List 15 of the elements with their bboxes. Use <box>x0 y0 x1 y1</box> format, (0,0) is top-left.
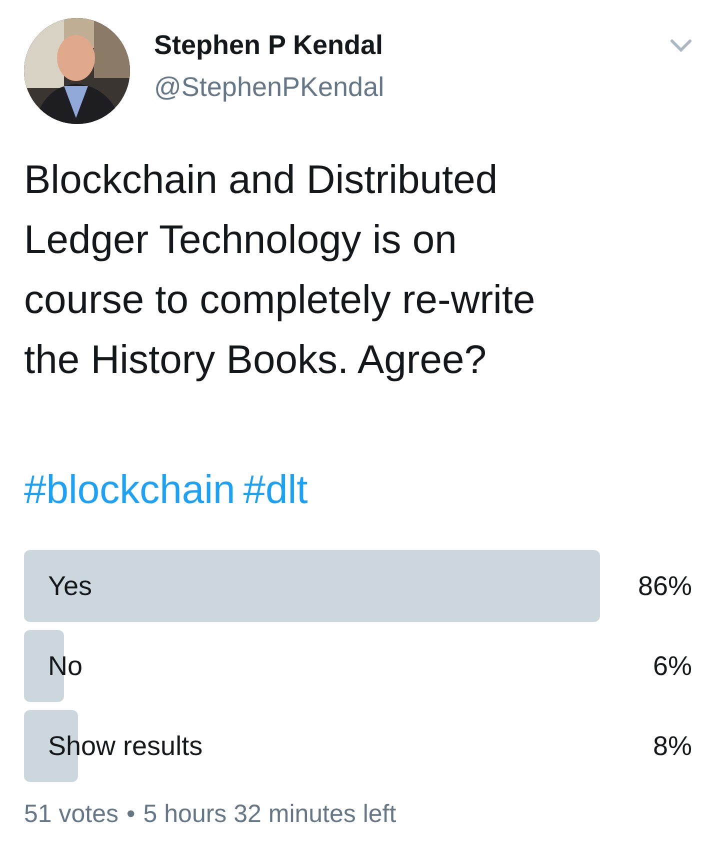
poll-option-label: No <box>48 650 83 683</box>
author-name[interactable]: Stephen P Kendal <box>154 28 670 62</box>
author-handle[interactable]: @StephenPKendal <box>154 70 670 104</box>
poll-percent: 6% <box>652 650 692 683</box>
hashtag-link[interactable]: #blockchain <box>24 460 236 520</box>
vote-count: 51 votes <box>24 799 119 829</box>
poll-percent: 8% <box>652 730 692 763</box>
poll-percent: 86% <box>638 570 692 603</box>
time-left: 5 hours 32 minutes left <box>143 799 396 829</box>
poll-option-label: Show results <box>48 730 203 763</box>
separator-dot: • <box>126 799 136 829</box>
chevron-down-icon[interactable] <box>670 39 692 52</box>
tweet-text: Blockchain and Distributed Ledger Technology is on course to completely re-write the History Books. Agree? <box>24 157 536 384</box>
hashtag-link[interactable]: #dlt <box>243 460 308 520</box>
poll-option-label: Yes <box>48 570 92 603</box>
